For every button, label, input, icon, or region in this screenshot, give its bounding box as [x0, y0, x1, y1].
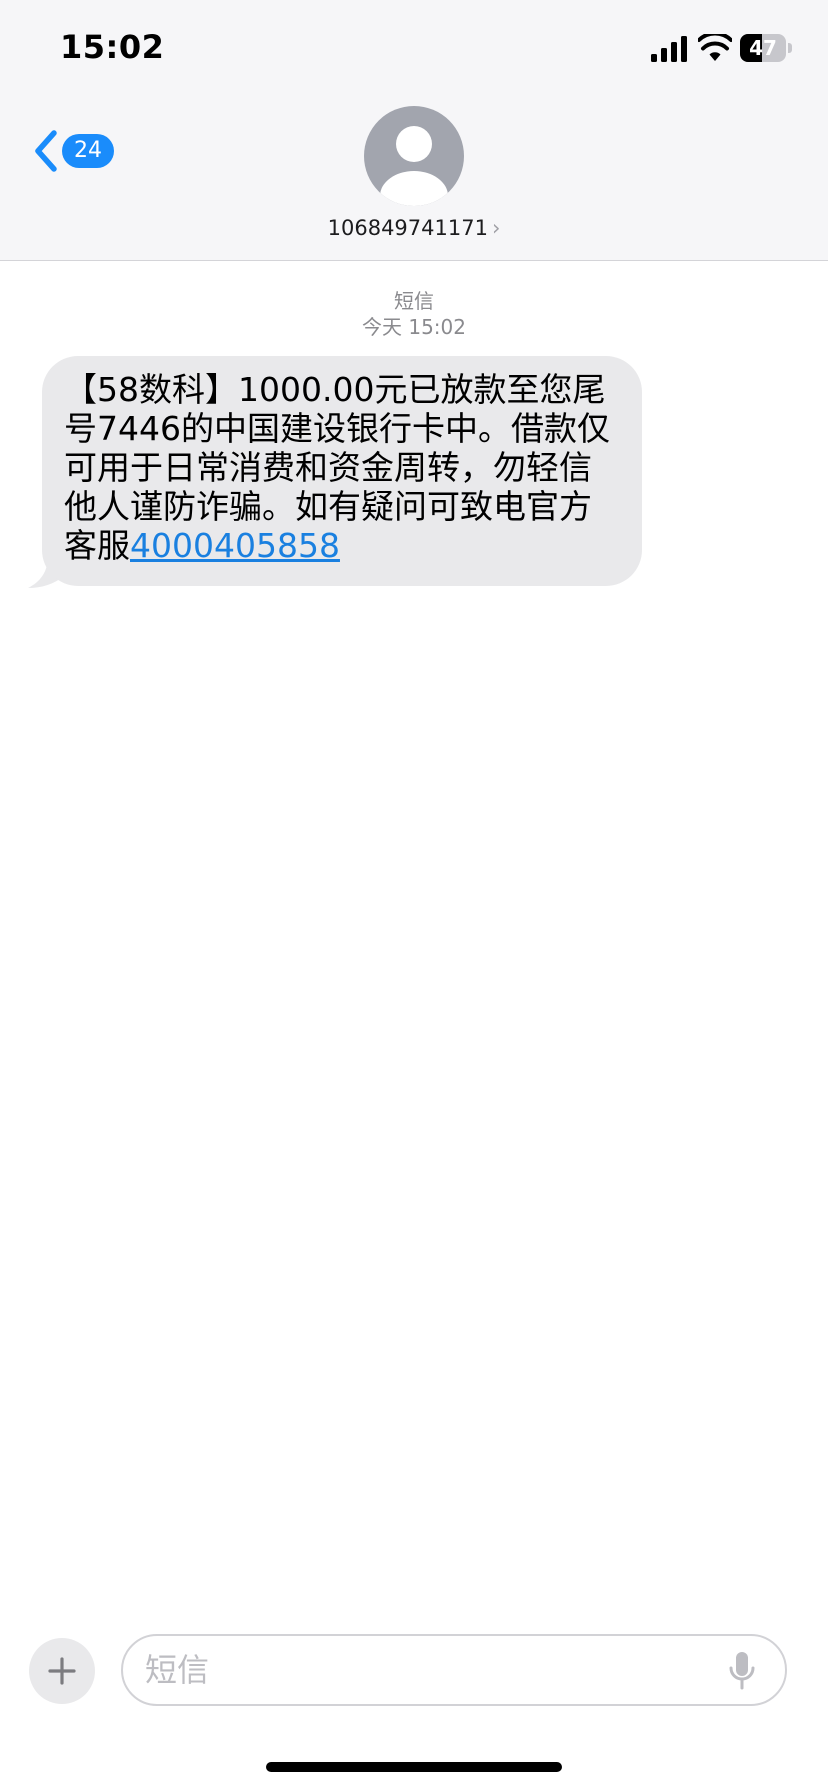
chevron-right-icon: › [491, 216, 501, 240]
cellular-signal-icon [651, 36, 687, 62]
back-button[interactable]: 24 [30, 128, 120, 174]
plus-icon [48, 1657, 76, 1685]
service-label: 短信 [394, 289, 434, 313]
battery-percentage: 47 [749, 36, 777, 60]
phone-number-link[interactable]: 4000405858 [130, 526, 340, 565]
contact-name[interactable]: 106849741171 › [0, 216, 828, 240]
battery-icon: 47 [740, 34, 792, 62]
person-icon[interactable] [364, 106, 464, 206]
unread-count-badge: 24 [62, 134, 114, 168]
message-bubble[interactable]: 【58数科】1000.00元已放款至您尾号7446的中国建设银行卡中。借款仅可用… [42, 356, 642, 586]
battery-body: 47 [740, 34, 786, 62]
contact-number: 106849741171 [327, 216, 488, 240]
battery-cap [788, 43, 792, 53]
plus-button[interactable] [29, 1638, 95, 1704]
message-composer[interactable] [121, 1634, 787, 1706]
navigation-header: 15:02 47 24 106849741171 › [0, 0, 828, 261]
chevron-left-icon [35, 130, 57, 172]
wifi-icon [698, 34, 732, 61]
message-input[interactable] [145, 1646, 705, 1694]
home-indicator[interactable] [266, 1762, 562, 1772]
message-timestamp: 今天 15:02 [362, 315, 466, 339]
status-time: 15:02 [60, 28, 165, 66]
microphone-icon[interactable] [727, 1650, 757, 1692]
